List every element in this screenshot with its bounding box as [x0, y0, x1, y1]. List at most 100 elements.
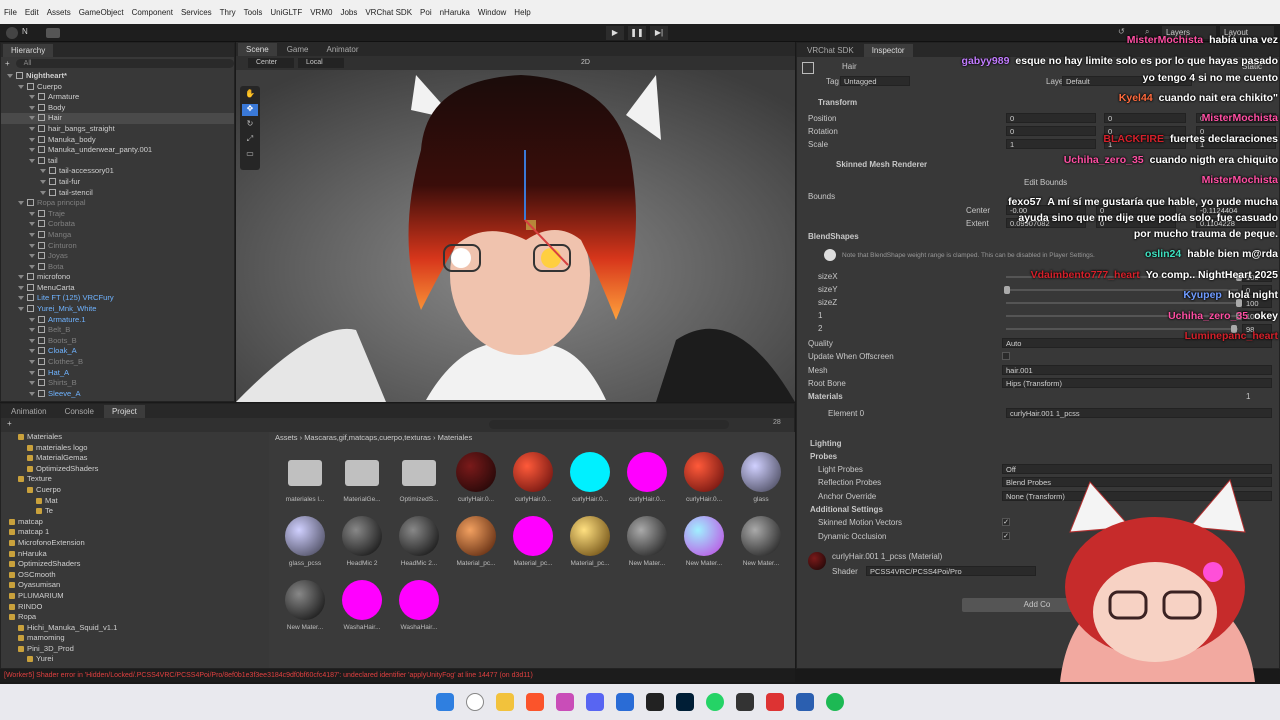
app-cat-icon[interactable]: [556, 693, 574, 711]
hierarchy-item[interactable]: Manuka_body: [1, 135, 234, 146]
folder-asset[interactable]: MaterialGe...: [334, 452, 390, 514]
breadcrumb-item[interactable]: Mascaras,gif,matcaps,cuerpo,texturas: [304, 433, 431, 442]
project-folder-item[interactable]: PLUMARIUM: [1, 591, 269, 602]
foldout-arrow-icon[interactable]: [29, 264, 35, 269]
foldout-arrow-icon[interactable]: [29, 137, 35, 142]
project-folder-item[interactable]: matcap 1: [1, 527, 269, 538]
project-folder-item[interactable]: Texture: [1, 474, 269, 485]
foldout-arrow-icon[interactable]: [29, 360, 35, 365]
search-icon[interactable]: [466, 693, 484, 711]
folder-asset[interactable]: materiales l...: [277, 452, 333, 514]
menu-item[interactable]: Help: [514, 8, 530, 17]
folder-asset[interactable]: OptimizedS...: [391, 452, 447, 514]
hierarchy-item[interactable]: Manga: [1, 230, 234, 241]
foldout-arrow-icon[interactable]: [29, 95, 35, 100]
blendshapes-foldout[interactable]: BlendShapes: [808, 232, 859, 241]
move-tool-icon[interactable]: ✥: [242, 104, 258, 116]
skinned-motion-vectors-checkbox[interactable]: ✓: [1002, 518, 1010, 526]
scene-viewport[interactable]: [236, 70, 795, 402]
tab-console[interactable]: Console: [57, 405, 102, 418]
project-folder-item[interactable]: matcap: [1, 517, 269, 528]
foldout-arrow-icon[interactable]: [29, 317, 35, 322]
tab-animator[interactable]: Animator: [318, 43, 366, 56]
app-blue-icon[interactable]: [616, 693, 634, 711]
account-label[interactable]: N: [22, 27, 28, 36]
material-asset[interactable]: New Mater...: [619, 516, 675, 578]
foldout-arrow-icon[interactable]: [29, 105, 35, 110]
foldout-arrow-icon[interactable]: [29, 148, 35, 153]
material-asset[interactable]: curlyHair.0...: [619, 452, 675, 514]
project-folder-item[interactable]: nHaruka: [1, 549, 269, 560]
hierarchy-item[interactable]: Traje: [1, 209, 234, 220]
material-asset[interactable]: glass: [733, 452, 789, 514]
photoshop-icon[interactable]: [676, 693, 694, 711]
hierarchy-search-input[interactable]: All: [15, 58, 234, 68]
hierarchy-item[interactable]: Clothes_B: [1, 357, 234, 368]
hierarchy-item[interactable]: tail-fur: [1, 177, 234, 188]
foldout-arrow-icon[interactable]: [29, 211, 35, 216]
dynamic-occlusion-checkbox[interactable]: ✓: [1002, 532, 1010, 540]
hierarchy-item[interactable]: Corbata: [1, 219, 234, 230]
hierarchy-item[interactable]: Hat_A: [1, 368, 234, 379]
foldout-arrow-icon[interactable]: [40, 169, 46, 174]
project-folder-item[interactable]: materiales logo: [1, 443, 269, 454]
menu-item[interactable]: Edit: [25, 8, 39, 17]
unity-icon[interactable]: [646, 693, 664, 711]
menu-item[interactable]: VRM0: [310, 8, 332, 17]
foldout-arrow-icon[interactable]: [29, 243, 35, 248]
brave-browser-icon[interactable]: [526, 693, 544, 711]
hierarchy-item[interactable]: Shirts_B: [1, 378, 234, 389]
add-icon[interactable]: +: [5, 59, 10, 68]
hierarchy-item[interactable]: Nightheart*: [1, 71, 234, 82]
hierarchy-item[interactable]: Armature.1: [1, 315, 234, 326]
foldout-arrow-icon[interactable]: [40, 190, 46, 195]
foldout-arrow-icon[interactable]: [29, 126, 35, 131]
space-dropdown[interactable]: Local: [298, 58, 344, 68]
foldout-arrow-icon[interactable]: [29, 328, 35, 333]
menu-item[interactable]: Window: [478, 8, 506, 17]
tab-project[interactable]: Project: [103, 405, 145, 418]
menu-item[interactable]: Assets: [47, 8, 71, 17]
foldout-arrow-icon[interactable]: [7, 74, 13, 78]
create-icon[interactable]: +: [7, 419, 12, 428]
project-folder-item[interactable]: Oyasumisan: [1, 580, 269, 591]
scale-tool-icon[interactable]: ⤢: [242, 134, 258, 146]
foldout-arrow-icon[interactable]: [18, 84, 24, 89]
project-folder-item[interactable]: Ropa: [1, 612, 269, 623]
hierarchy-item[interactable]: tail: [1, 156, 234, 167]
menu-item[interactable]: Services: [181, 8, 212, 17]
material-asset[interactable]: glass_pcss: [277, 516, 333, 578]
hierarchy-item[interactable]: hair_bangs_straight: [1, 124, 234, 135]
menu-item[interactable]: nHaruka: [440, 8, 470, 17]
material-asset[interactable]: WashaHair...: [334, 580, 390, 642]
hierarchy-item[interactable]: Ropa principal: [1, 198, 234, 209]
probes-foldout[interactable]: Probes: [810, 452, 837, 461]
root-bone-field[interactable]: Hips (Transform): [1002, 378, 1272, 388]
material-asset[interactable]: Material_pc...: [562, 516, 618, 578]
project-folder-item[interactable]: Cuerpo: [1, 485, 269, 496]
additional-settings-foldout[interactable]: Additional Settings: [810, 505, 883, 514]
menu-item[interactable]: GameObject: [79, 8, 124, 17]
hierarchy-item[interactable]: Body: [1, 103, 234, 114]
material-asset[interactable]: curlyHair.0...: [448, 452, 504, 514]
mode-2d-toggle[interactable]: 2D: [581, 58, 597, 68]
foldout-arrow-icon[interactable]: [29, 116, 35, 121]
material-asset[interactable]: Material_pc...: [505, 516, 561, 578]
element0-field[interactable]: curlyHair.001 1_pcss: [1006, 408, 1272, 418]
hierarchy-item[interactable]: Armature: [1, 92, 234, 103]
menu-item[interactable]: File: [4, 8, 17, 17]
hierarchy-item[interactable]: Joyas: [1, 251, 234, 262]
material-asset[interactable]: HeadMic 2...: [391, 516, 447, 578]
project-folder-item[interactable]: OptimizedShaders: [1, 559, 269, 570]
material-asset[interactable]: New Mater...: [277, 580, 333, 642]
foldout-arrow-icon[interactable]: [18, 296, 24, 301]
hierarchy-item[interactable]: Boots_B: [1, 336, 234, 347]
hierarchy-item[interactable]: Cloak_A: [1, 346, 234, 357]
foldout-arrow-icon[interactable]: [29, 349, 35, 354]
lighting-foldout[interactable]: Lighting: [810, 439, 842, 448]
foldout-arrow-icon[interactable]: [29, 391, 35, 396]
project-folder-item[interactable]: OptimizedShaders: [1, 464, 269, 475]
material-asset[interactable]: HeadMic 2: [334, 516, 390, 578]
obs-icon[interactable]: [766, 693, 784, 711]
material-asset[interactable]: curlyHair.0...: [505, 452, 561, 514]
